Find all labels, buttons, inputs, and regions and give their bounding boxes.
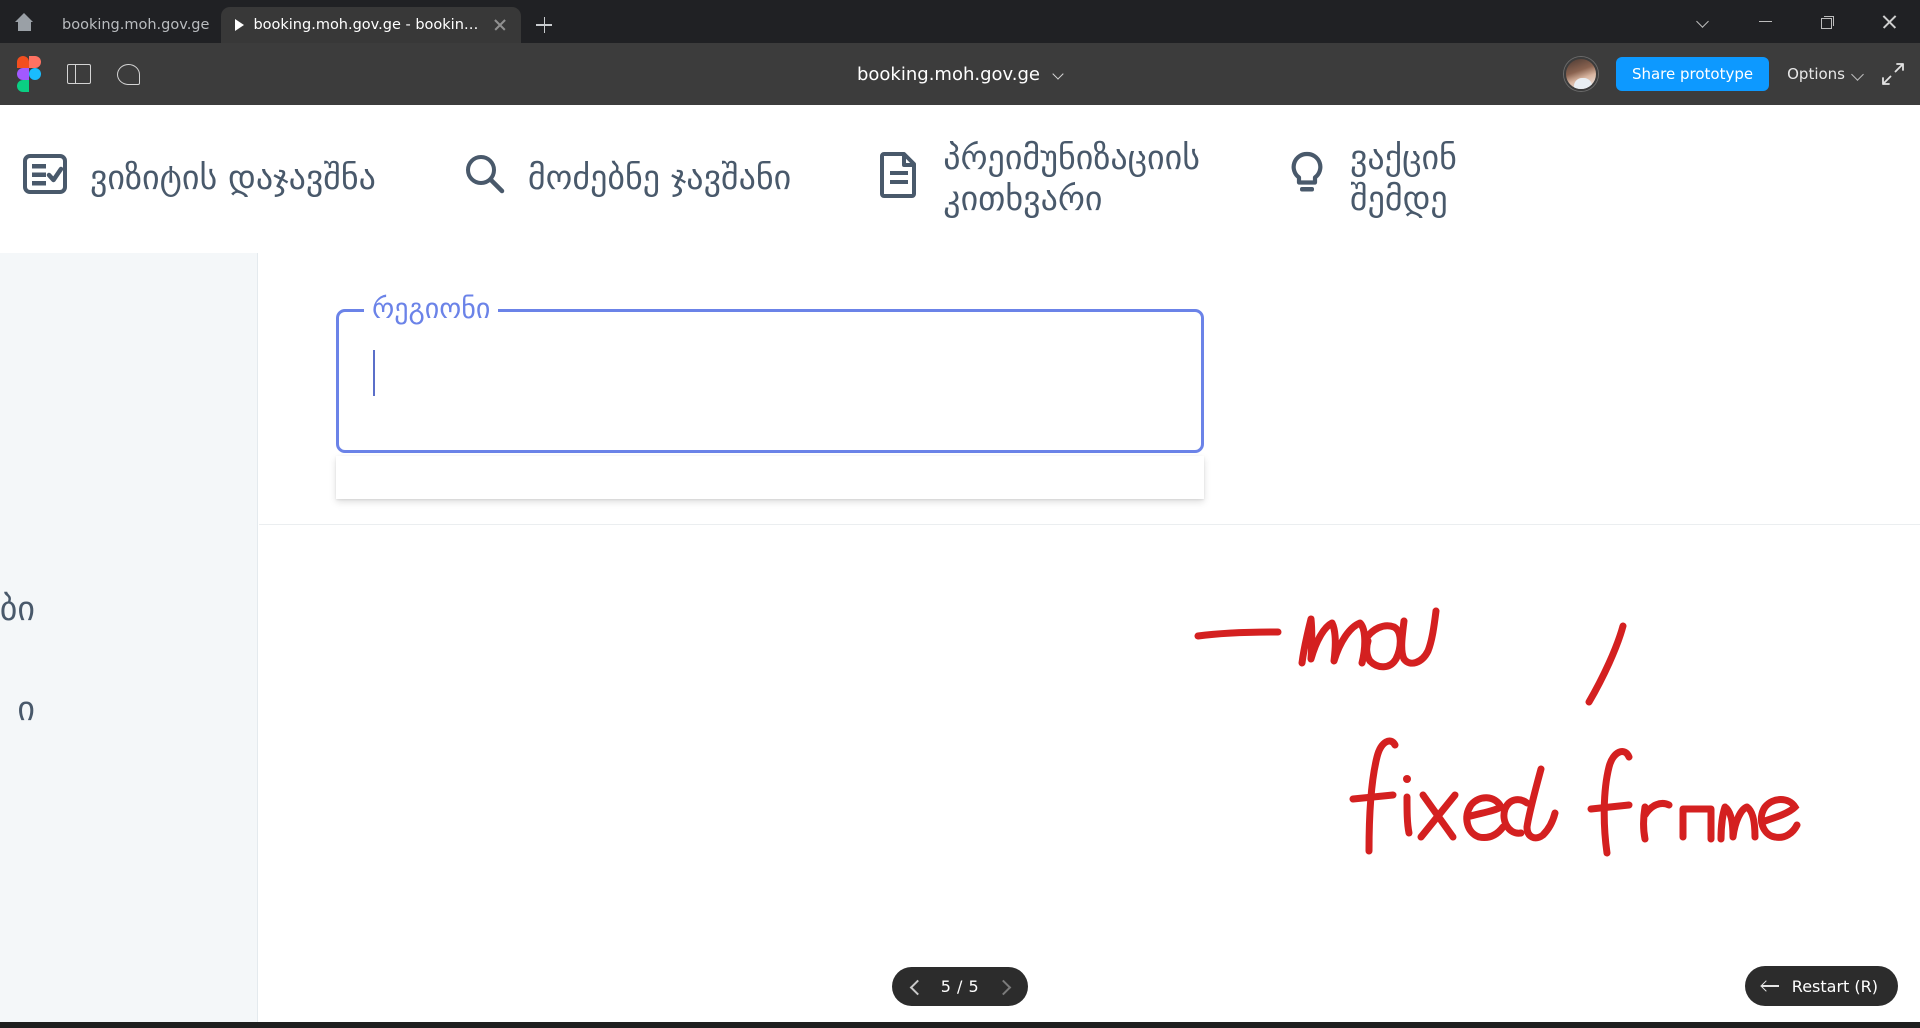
options-label: Options xyxy=(1787,65,1845,83)
new-tab-button[interactable] xyxy=(527,8,561,42)
rail-text-fragment-2: ი xyxy=(17,689,35,729)
left-sidebar-rail: ბი ი xyxy=(0,253,258,1028)
share-prototype-button[interactable]: Share prototype xyxy=(1615,57,1770,91)
site-top-nav: ვიზიტის დაჯავშნა მოძებნე ჯავშანი პრეიმუნ… xyxy=(0,105,1920,253)
nav-item-find-booking-label: მოძებნე ჯავშანი xyxy=(527,158,792,199)
section-divider xyxy=(259,524,1920,525)
nav-item-vaccine-info[interactable]: ვაქცინ შემდე xyxy=(1286,138,1457,219)
back-arrow-icon xyxy=(1761,979,1780,993)
nav-item-find-booking[interactable]: მოძებნე ჯავშანი xyxy=(462,152,791,205)
close-icon xyxy=(1882,15,1896,29)
close-icon[interactable] xyxy=(491,16,509,34)
home-icon xyxy=(14,12,34,31)
browser-tab-strip: booking.moh.gov.ge booking.moh.gov.ge - … xyxy=(0,0,1920,43)
sidebar-panel-icon[interactable] xyxy=(67,64,91,84)
restart-button-label: Restart (R) xyxy=(1791,976,1878,996)
restore-icon xyxy=(1821,15,1834,29)
minimize-button[interactable] xyxy=(1734,0,1796,43)
chevron-left-icon[interactable] xyxy=(902,973,930,1001)
region-field-group: რეგიონი xyxy=(336,295,1204,499)
lightbulb-icon xyxy=(1286,150,1328,207)
text-caret xyxy=(373,350,375,396)
browser-tab-1-title: booking.moh.gov.ge xyxy=(62,17,210,33)
search-icon xyxy=(462,152,506,205)
toolbar-left-group xyxy=(0,56,140,92)
chevron-right-icon[interactable] xyxy=(990,973,1018,1001)
figma-toolbar: booking.moh.gov.ge Share prototype Optio… xyxy=(0,43,1920,105)
restore-button[interactable] xyxy=(1796,0,1858,43)
nav-item-vaccine-info-label: ვაქცინ შემდე xyxy=(1350,138,1457,218)
rail-text-fragment-1: ბი xyxy=(0,589,35,629)
nav-item-preimmunization-questionnaire-label: პრეიმუნიზაციის კითხვარი xyxy=(943,138,1200,218)
comment-icon[interactable] xyxy=(117,63,140,85)
content-pane: რეგიონი xyxy=(259,253,1920,1028)
nav-label-line-1: პრეიმუნიზაციის xyxy=(943,138,1200,179)
avatar[interactable] xyxy=(1563,57,1598,91)
document-icon xyxy=(877,150,921,207)
prototype-canvas: ვიზიტის დაჯავშნა მოძებნე ჯავშანი პრეიმუნ… xyxy=(0,105,1920,1028)
nav-item-book-visit[interactable]: ვიზიტის დაჯავშნა xyxy=(22,151,376,206)
browser-tab-2-title: booking.moh.gov.ge - booking.moh.... xyxy=(253,17,482,33)
nav-label-line-2: კითხვარი xyxy=(943,178,1103,219)
fullscreen-icon[interactable] xyxy=(1882,63,1904,85)
nav-item-book-visit-label: ვიზიტის დაჯავშნა xyxy=(90,158,376,199)
restart-button[interactable]: Restart (R) xyxy=(1744,966,1898,1006)
page-title: booking.moh.gov.ge xyxy=(856,63,1041,85)
bottom-strip xyxy=(0,1022,1920,1028)
page-counter: 5 / 5 xyxy=(940,977,980,996)
close-window-button[interactable] xyxy=(1858,0,1920,43)
region-input-label: რეგიონი xyxy=(364,295,499,323)
figma-logo-icon[interactable] xyxy=(17,56,41,92)
checklist-icon xyxy=(22,151,68,206)
tab-search-button[interactable] xyxy=(1672,0,1734,43)
chevron-down-icon[interactable] xyxy=(1054,70,1063,79)
chevron-down-icon xyxy=(1853,69,1864,80)
minimize-icon xyxy=(1758,20,1772,23)
home-button[interactable] xyxy=(0,0,48,43)
toolbar-right-group: Share prototype Options xyxy=(1563,43,1904,105)
region-dropdown-panel[interactable] xyxy=(336,456,1204,499)
window-controls xyxy=(1672,0,1920,43)
browser-tab-2[interactable]: booking.moh.gov.ge - booking.moh.... xyxy=(221,7,522,43)
browser-tab-1[interactable]: booking.moh.gov.ge xyxy=(48,7,221,43)
nav-label-line-2: შემდე xyxy=(1349,178,1448,219)
nav-label-line-1: ვაქცინ xyxy=(1349,138,1457,179)
page-navigator: 5 / 5 xyxy=(892,967,1028,1006)
nav-item-preimmunization-questionnaire[interactable]: პრეიმუნიზაციის კითხვარი xyxy=(877,138,1200,219)
options-button[interactable]: Options xyxy=(1787,65,1864,83)
region-input[interactable]: რეგიონი xyxy=(336,295,1204,453)
play-icon xyxy=(235,19,245,31)
site-body: ბი ი რეგიონი xyxy=(0,253,1920,1028)
chevron-down-icon xyxy=(1698,16,1709,27)
